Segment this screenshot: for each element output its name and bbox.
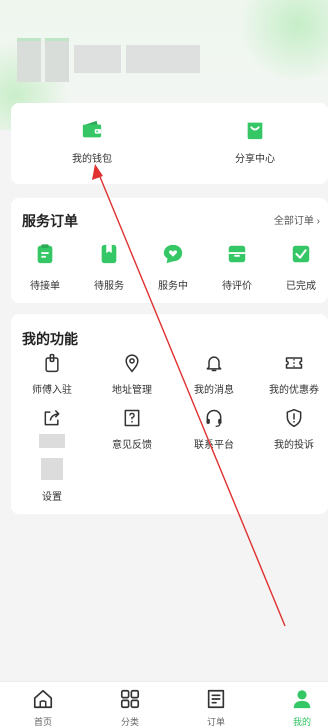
feedback-button[interactable]: 意见反馈 [97,408,167,451]
function-label: 师傅入驻 [32,385,72,396]
tab-label: 我的 [292,717,311,727]
tab-label: 首页 [33,717,52,727]
master-join-button[interactable]: 师傅入驻 [17,353,87,396]
inbox-icon [228,245,246,263]
function-label: 我的消息 [194,385,234,396]
contact-platform-button[interactable]: 联系平台 [179,408,249,451]
order-status-pending-accept[interactable]: 待接单 [17,243,73,292]
headset-icon [206,409,222,427]
shield-alert-icon [286,408,302,428]
grid-icon [120,689,140,709]
badge-icon [45,353,59,373]
bell-icon [206,356,222,372]
settings-icon [41,458,63,480]
function-label: 设置 [42,492,62,503]
service-orders-title: 服务订单 [22,213,78,229]
function-label: 意见反馈 [112,440,152,451]
order-status-in-service[interactable]: 服务中 [145,243,201,292]
my-coupons-button[interactable]: 我的优惠券 [259,353,328,396]
tab-label: 分类 [120,717,139,727]
user-info-redacted [126,45,200,73]
bottom-tab-bar: 首页 分类 订单 我的 [0,681,328,727]
home-icon [33,689,53,709]
chat-heart-icon [163,244,183,264]
order-status-label: 待评价 [222,281,252,292]
my-complaints-button[interactable]: 我的投诉 [259,408,328,451]
share-button[interactable] [17,408,87,448]
bookmark-icon [101,244,117,264]
my-wallet-button[interactable]: 我的钱包 [47,119,137,165]
share-center-button[interactable]: 分享中心 [210,119,300,165]
tab-home[interactable]: 首页 [13,688,73,727]
tab-orders[interactable]: 订单 [186,688,246,727]
order-status-label: 服务中 [158,281,188,292]
user-icon [293,690,311,709]
check-box-icon [292,245,310,263]
feedback-icon [124,409,140,427]
order-status-pending-review[interactable]: 待评价 [209,243,265,292]
my-wallet-label: 我的钱包 [72,154,112,165]
order-status-label: 待接单 [30,281,60,292]
chevron-right-icon: › [316,216,320,227]
my-functions-title: 我的功能 [22,331,78,347]
share-center-label: 分享中心 [235,154,275,165]
wallet-card: 我的钱包 分享中心 [11,103,328,184]
order-status-pending-service[interactable]: 待服务 [81,243,137,292]
all-orders-link[interactable]: 全部订单 › [274,212,320,227]
all-orders-label: 全部订单 [273,216,314,227]
shopping-bag-icon [247,122,263,140]
function-label: 我的投诉 [274,440,314,451]
coupon-icon [285,357,303,369]
clipboard-icon [37,244,53,264]
settings-button[interactable]: 设置 [17,458,87,503]
header-decoration [238,0,328,80]
order-list-icon [207,689,225,709]
function-label: 联系平台 [194,440,234,451]
service-orders-card: 服务订单 全部订单 › 待接单 待服务 服务中 待评价 已完成 [11,198,328,303]
tab-category[interactable]: 分类 [100,688,160,727]
user-name-redacted [74,45,121,73]
redacted-label [39,434,65,448]
share-icon [44,409,60,426]
order-status-completed[interactable]: 已完成 [273,243,328,292]
wallet-icon [82,120,102,138]
my-messages-button[interactable]: 我的消息 [179,353,249,396]
function-label: 地址管理 [112,385,152,396]
avatar[interactable] [17,38,69,82]
tab-label: 订单 [206,717,225,727]
location-pin-icon [125,354,139,373]
order-status-label: 待服务 [94,281,124,292]
order-status-label: 已完成 [286,281,316,292]
address-management-button[interactable]: 地址管理 [97,353,167,396]
my-functions-card: 我的功能 师傅入驻 地址管理 我的消息 我的优惠券 意见反馈 联系平台 我的投诉… [11,314,328,514]
tab-mine[interactable]: 我的 [272,688,328,727]
function-label: 我的优惠券 [269,385,319,396]
